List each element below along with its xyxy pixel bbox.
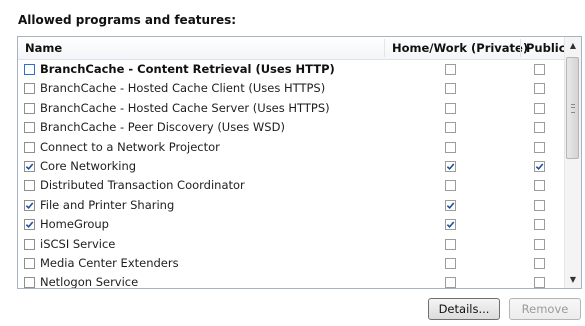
home-work-checkbox[interactable] (445, 199, 456, 211)
checkmark-icon (446, 202, 455, 209)
program-name: BranchCache - Peer Discovery (Uses WSD) (40, 120, 285, 135)
column-divider (384, 39, 385, 57)
checkmark-icon (25, 221, 34, 229)
program-row[interactable]: BranchCache - Content Retrieval (Uses HT… (18, 60, 566, 79)
program-row[interactable]: File and Printer Sharing (18, 196, 566, 215)
allowed-programs-heading: Allowed programs and features: (18, 13, 237, 27)
vertical-scrollbar[interactable]: ▲ ▼ (564, 37, 581, 288)
program-rows: BranchCache - Content Retrieval (Uses HT… (18, 60, 566, 289)
column-header-public[interactable]: Public (526, 37, 566, 59)
public-checkbox[interactable] (534, 219, 545, 231)
scroll-up-arrow-icon[interactable]: ▲ (565, 37, 581, 54)
public-checkbox[interactable] (534, 160, 545, 172)
program-name: Core Networking (40, 158, 137, 173)
program-row[interactable]: Connect to a Network Projector (18, 138, 566, 157)
program-name: BranchCache - Hosted Cache Server (Uses … (40, 100, 330, 115)
program-enabled-checkbox[interactable] (24, 219, 35, 231)
program-row[interactable]: BranchCache - Hosted Cache Client (Uses … (18, 79, 566, 98)
program-name: Distributed Transaction Coordinator (40, 178, 245, 193)
home-work-checkbox[interactable] (445, 180, 456, 192)
checkmark-icon (25, 163, 34, 170)
program-enabled-checkbox[interactable] (24, 277, 35, 288)
program-enabled-checkbox[interactable] (24, 199, 35, 211)
home-work-checkbox[interactable] (445, 257, 456, 269)
program-enabled-checkbox[interactable] (24, 180, 35, 192)
program-row[interactable]: BranchCache - Hosted Cache Server (Uses … (18, 99, 566, 118)
program-name: BranchCache - Hosted Cache Client (Uses … (40, 81, 326, 96)
home-work-checkbox[interactable] (445, 160, 456, 172)
home-work-checkbox[interactable] (445, 64, 456, 75)
column-header-name[interactable]: Name (25, 37, 62, 59)
public-checkbox[interactable] (534, 64, 545, 75)
program-name: HomeGroup (40, 217, 109, 232)
remove-button[interactable]: Remove (509, 298, 581, 320)
program-name: Connect to a Network Projector (40, 139, 220, 154)
home-work-checkbox[interactable] (445, 238, 456, 250)
public-checkbox[interactable] (534, 83, 545, 95)
public-checkbox[interactable] (534, 102, 545, 114)
public-checkbox[interactable] (534, 199, 545, 211)
home-work-checkbox[interactable] (445, 277, 456, 288)
column-header-home-work[interactable]: Home/Work (Private) (392, 37, 528, 59)
program-name: BranchCache - Content Retrieval (Uses HT… (40, 62, 335, 76)
home-work-checkbox[interactable] (445, 122, 456, 134)
program-row[interactable]: Distributed Transaction Coordinator (18, 176, 566, 195)
program-name: Media Center Extenders (40, 255, 179, 270)
program-enabled-checkbox[interactable] (24, 83, 35, 95)
program-name: File and Printer Sharing (40, 197, 175, 212)
public-checkbox[interactable] (534, 257, 545, 269)
public-checkbox[interactable] (534, 180, 545, 192)
checkmark-icon (446, 221, 455, 229)
checkmark-icon (535, 163, 544, 170)
program-enabled-checkbox[interactable] (24, 122, 35, 134)
program-name: Netlogon Service (40, 275, 139, 289)
public-checkbox[interactable] (534, 141, 545, 153)
list-header: Name Home/Work (Private) Public (18, 37, 566, 60)
program-enabled-checkbox[interactable] (24, 257, 35, 269)
public-checkbox[interactable] (534, 122, 545, 134)
program-enabled-checkbox[interactable] (24, 238, 35, 250)
scrollbar-thumb[interactable] (566, 57, 579, 159)
program-enabled-checkbox[interactable] (24, 102, 35, 114)
program-row[interactable]: Media Center Extenders (18, 254, 566, 273)
details-button[interactable]: Details... (428, 298, 500, 320)
home-work-checkbox[interactable] (445, 141, 456, 153)
grip-icon (571, 104, 575, 113)
allowed-programs-list[interactable]: Name Home/Work (Private) Public BranchCa… (17, 36, 582, 289)
program-enabled-checkbox[interactable] (24, 160, 35, 172)
program-row[interactable]: BranchCache - Peer Discovery (Uses WSD) (18, 118, 566, 137)
program-enabled-checkbox[interactable] (24, 141, 35, 153)
checkmark-icon (446, 163, 455, 170)
program-row[interactable]: HomeGroup (18, 215, 566, 234)
checkmark-icon (25, 202, 34, 209)
public-checkbox[interactable] (534, 238, 545, 250)
home-work-checkbox[interactable] (445, 219, 456, 231)
home-work-checkbox[interactable] (445, 102, 456, 114)
program-row[interactable]: iSCSI Service (18, 235, 566, 254)
program-row[interactable]: Netlogon Service (18, 273, 566, 289)
home-work-checkbox[interactable] (445, 83, 456, 95)
program-enabled-checkbox[interactable] (24, 64, 35, 75)
public-checkbox[interactable] (534, 277, 545, 288)
column-divider (520, 39, 521, 57)
program-row[interactable]: Core Networking (18, 157, 566, 176)
scroll-down-arrow-icon[interactable]: ▼ (565, 271, 581, 288)
program-name: iSCSI Service (40, 236, 116, 251)
